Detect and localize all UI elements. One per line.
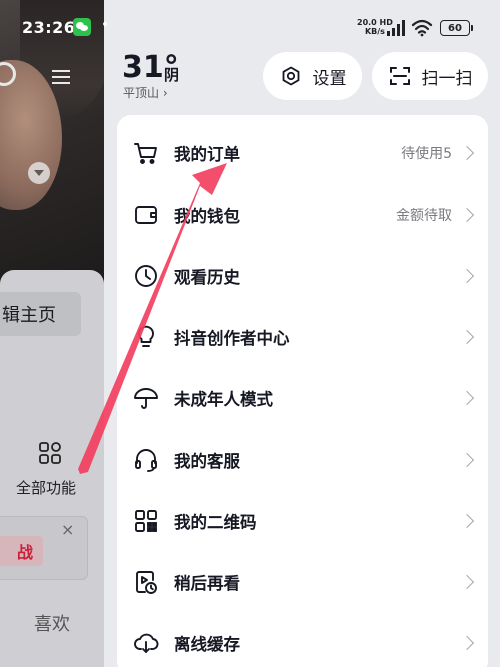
chevron-right-icon	[459, 207, 475, 222]
status-more-dot: •	[101, 17, 110, 33]
menu-item-watch-history[interactable]: 观看历史	[117, 245, 488, 306]
menu-item-label: 我的钱包	[174, 206, 240, 226]
settings-label: 设置	[312, 68, 347, 89]
likes-tab-label: 喜欢	[34, 614, 70, 635]
chevron-right-icon	[459, 390, 475, 405]
menu-item-label: 观看历史	[174, 267, 240, 287]
all-functions-label: 全部功能	[16, 479, 77, 497]
menu-item-customer-service[interactable]: 我的客服	[117, 429, 488, 490]
download-cloud-icon	[133, 630, 159, 656]
headset-icon	[133, 447, 159, 473]
menu-item-wallet[interactable]: 我的钱包 金额待取	[117, 184, 488, 245]
chevron-down-icon	[28, 162, 50, 184]
menu-item-hint: 金额待取	[396, 207, 452, 224]
wifi-icon	[411, 19, 433, 37]
menu-item-label: 离线缓存	[174, 634, 240, 654]
challenge-tag: 战	[0, 536, 43, 566]
lightbulb-icon	[133, 324, 159, 350]
chevron-right-icon	[459, 635, 475, 650]
side-menu-card: 我的订单 待使用5 我的钱包 金额待取 观看历史 抖音创作者中心 未成年人模式 …	[117, 115, 488, 667]
chevron-right-icon	[459, 452, 475, 467]
menu-item-label: 我的二维码	[174, 512, 257, 532]
chevron-right-icon	[459, 145, 475, 160]
menu-item-label: 抖音创作者中心	[174, 328, 290, 348]
chevron-right-icon	[459, 268, 475, 283]
chevron-right-icon	[459, 513, 475, 528]
settings-button[interactable]: 设置	[263, 52, 362, 100]
menu-item-label: 我的订单	[174, 144, 240, 164]
grid-apps-icon	[39, 442, 61, 464]
menu-item-label: 稍后再看	[174, 573, 240, 593]
wallet-icon	[133, 202, 159, 228]
hamburger-menu-icon	[52, 70, 70, 84]
menu-item-offline-cache[interactable]: 离线缓存	[117, 612, 488, 667]
menu-item-creator-center[interactable]: 抖音创作者中心	[117, 306, 488, 367]
menu-item-watch-later[interactable]: 稍后再看	[117, 551, 488, 612]
scan-button[interactable]: 扫一扫	[372, 52, 488, 100]
menu-item-hint: 待使用5	[401, 145, 452, 162]
wechat-notification-icon	[73, 18, 91, 36]
network-speed-value: 20.0	[357, 18, 377, 27]
status-time: 23:26	[22, 18, 76, 37]
shopping-cart-icon	[133, 140, 159, 166]
weather-city-link[interactable]: 平顶山 ›	[123, 84, 168, 101]
menu-item-label: 我的客服	[174, 451, 240, 471]
chevron-right-icon	[459, 574, 475, 589]
menu-item-minor-mode[interactable]: 未成年人模式	[117, 367, 488, 428]
close-icon: ×	[61, 520, 75, 539]
weather-condition: 阴	[164, 66, 180, 84]
umbrella-icon	[133, 385, 159, 411]
chevron-right-icon	[459, 329, 475, 344]
clock-icon	[133, 263, 159, 289]
scan-label: 扫一扫	[421, 68, 473, 89]
watch-later-icon	[133, 569, 159, 595]
gear-icon	[282, 66, 299, 86]
status-bar: 23:26 • 20.0 HD KB/s 60	[0, 0, 500, 48]
edit-profile-button: 辑主页	[0, 292, 81, 336]
battery-level: 60	[448, 22, 462, 34]
menu-item-label: 未成年人模式	[174, 389, 273, 409]
background-profile-page: 辑主页 全部功能 战 × 喜欢	[0, 0, 104, 667]
menu-item-orders[interactable]: 我的订单 待使用5	[117, 122, 488, 183]
signal-strength-icon	[387, 20, 405, 36]
scan-icon	[389, 67, 410, 85]
qr-code-icon	[133, 508, 159, 534]
menu-item-qr-code[interactable]: 我的二维码	[117, 490, 488, 551]
battery-icon: 60	[440, 20, 473, 36]
